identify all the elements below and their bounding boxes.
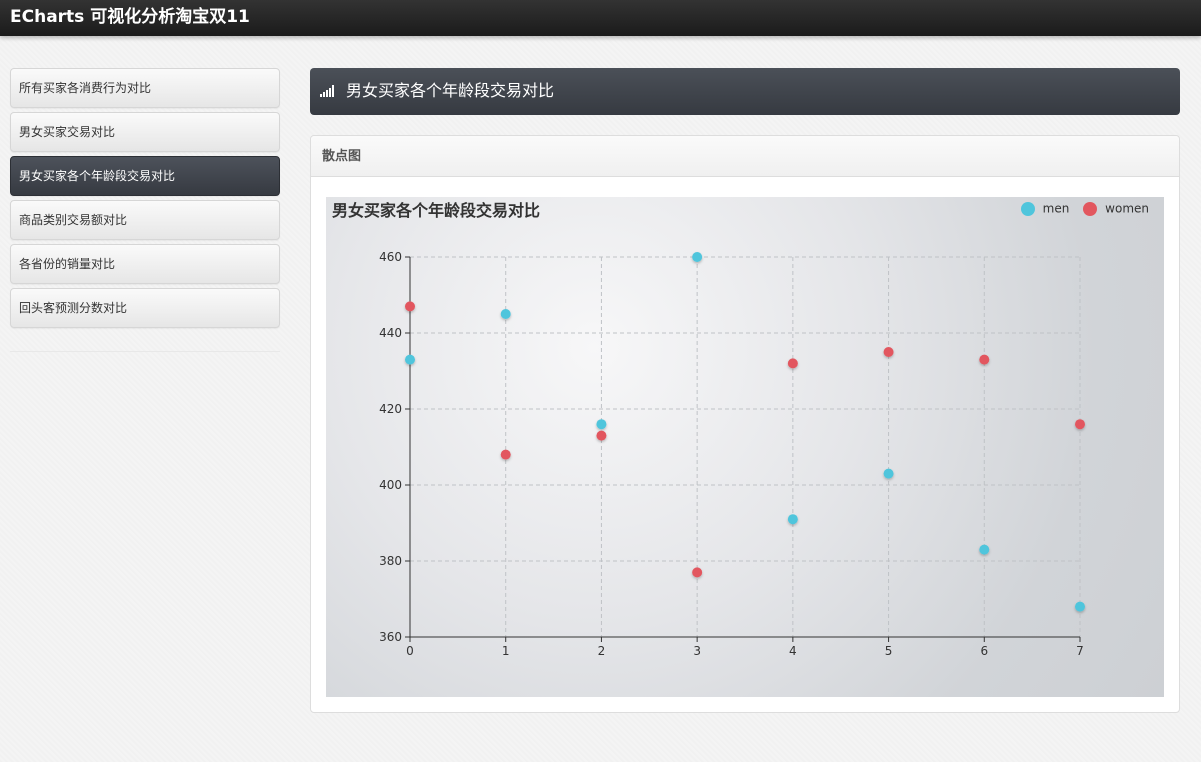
scatter-point-women (787, 358, 798, 369)
sidebar-item-category-amount[interactable]: 商品类别交易额对比 (10, 200, 280, 240)
scatter-point-women (692, 567, 703, 578)
x-tick-label: 3 (693, 644, 701, 658)
legend-marker-women (1083, 201, 1098, 216)
scatter-point-women (979, 354, 990, 365)
sidebar-divider (10, 351, 280, 352)
chart-canvas: 360 380 400 420 440 460 0 1 2 3 4 5 6 7 (379, 250, 1085, 658)
chart-legend: men women (1011, 201, 1149, 217)
scatter-point-women (500, 449, 511, 460)
section-header: 男女买家各个年龄段交易对比 (310, 68, 1180, 115)
y-tick-label: 460 (379, 250, 402, 264)
sidebar-item-consumer-behavior[interactable]: 所有买家各消费行为对比 (10, 68, 280, 108)
sidebar-item-gender-trade[interactable]: 男女买家交易对比 (10, 112, 280, 152)
x-tick-label: 6 (980, 644, 988, 658)
scatter-point-women (883, 347, 894, 357)
legend-label-women: women (1105, 201, 1149, 216)
scatter-point-men (405, 354, 415, 365)
x-tick-label: 2 (598, 644, 606, 658)
sidebar-item-province-sales[interactable]: 各省份的销量对比 (10, 244, 280, 284)
top-navbar: ECharts 可视化分析淘宝双11 (0, 0, 1201, 36)
x-tick-label: 4 (789, 644, 797, 658)
scatter-point-women (405, 301, 415, 312)
x-tick-label: 5 (885, 644, 893, 658)
scatter-point-men (1075, 601, 1085, 612)
y-tick-label: 400 (379, 478, 402, 492)
app-title[interactable]: ECharts 可视化分析淘宝双11 (10, 6, 250, 28)
scatter-point-women (596, 430, 607, 441)
sidebar-item-repeat-buyer-score[interactable]: 回头客预测分数对比 (10, 288, 280, 328)
x-tick-label: 1 (502, 644, 510, 658)
y-tick-label: 380 (379, 554, 402, 568)
scatter-point-men (979, 544, 990, 555)
legend-marker-men (1020, 201, 1035, 216)
sidebar-item-gender-age-trade[interactable]: 男女买家各个年龄段交易对比 (10, 156, 280, 196)
y-tick-label: 360 (379, 630, 402, 644)
scatter-point-men (500, 309, 511, 319)
chart-panel: 散点图 360 380 400 420 440 460 0 1 2 3 4 5 6 7 男女买家各个年龄段… (310, 135, 1180, 713)
scatter-point-men (787, 514, 798, 525)
panel-title: 散点图 (311, 136, 1179, 177)
signal-icon (320, 85, 334, 97)
x-tick-label: 0 (406, 644, 414, 658)
scatter-point-men (596, 419, 607, 430)
scatter-point-men (883, 468, 894, 479)
x-tick-label: 7 (1076, 644, 1084, 658)
legend-label-men: men (1042, 201, 1070, 216)
y-tick-label: 440 (379, 326, 402, 340)
sidebar: 所有买家各消费行为对比 男女买家交易对比 男女买家各个年龄段交易对比 商品类别交… (10, 68, 280, 332)
y-tick-label: 420 (379, 402, 402, 416)
legend-item-women[interactable]: women (1083, 201, 1149, 216)
legend-item-men[interactable]: men (1020, 201, 1070, 216)
scatter-point-women (1075, 419, 1085, 430)
chart-title: 男女买家各个年龄段交易对比 (332, 201, 541, 220)
scatter-chart: 360 380 400 420 440 460 0 1 2 3 4 5 6 7 男女买家各个年龄段交易对比… (326, 197, 1164, 697)
scatter-point-men (692, 252, 703, 262)
section-title: 男女买家各个年龄段交易对比 (346, 81, 555, 100)
